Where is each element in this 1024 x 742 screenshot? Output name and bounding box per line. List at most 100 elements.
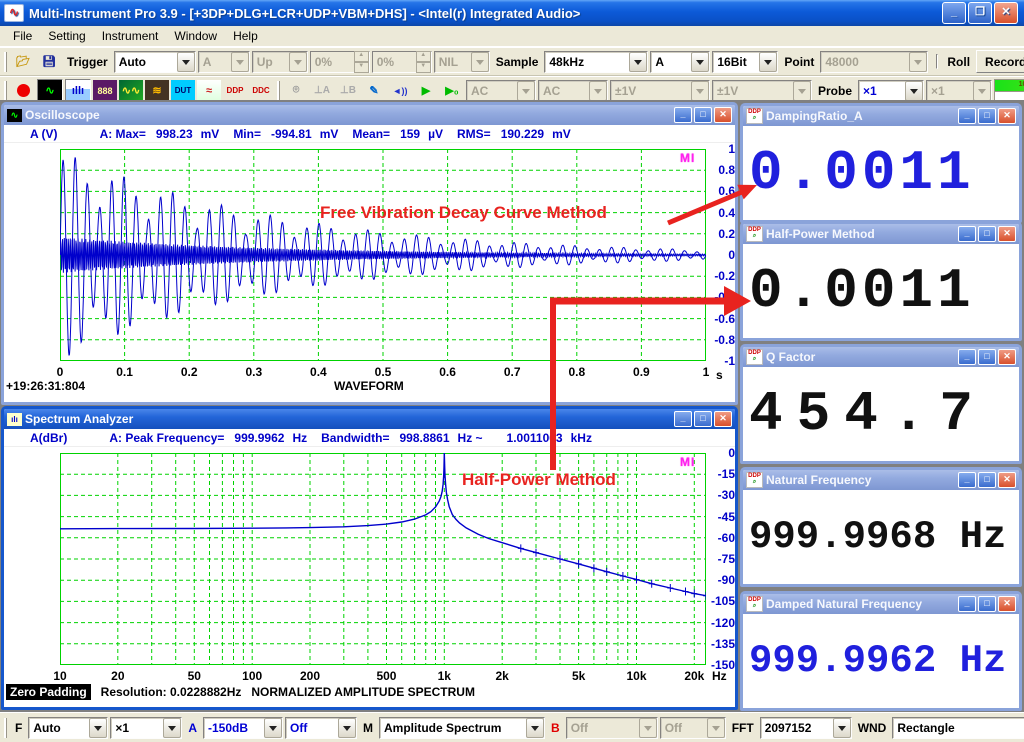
minimize-button[interactable]: _ <box>942 2 966 24</box>
chevron-down-icon[interactable] <box>163 718 181 738</box>
window-function-select[interactable]: Rectangle <box>892 717 1024 739</box>
oscilloscope-plot[interactable]: 10.80.60.40.20-0.2-0.4-0.6-0.8-1 00.10.2… <box>4 143 735 405</box>
chevron-down-icon[interactable] <box>833 718 851 738</box>
x-multiplier-select[interactable]: ×1 <box>110 717 182 739</box>
toolbar-grip <box>277 81 280 101</box>
toolbar-grip <box>4 81 7 101</box>
save-icon[interactable]: 💾︎ <box>37 51 61 73</box>
frequency-range-select[interactable]: Auto <box>28 717 108 739</box>
a-compare-select[interactable]: Off <box>285 717 357 739</box>
roll-checkbox[interactable] <box>936 54 938 69</box>
chevron-down-icon[interactable] <box>89 718 107 738</box>
b-range-select: Off <box>566 717 658 739</box>
chevron-down-icon[interactable] <box>759 52 777 72</box>
trigger-label: Trigger <box>63 55 112 69</box>
minimize-button[interactable]: _ <box>674 107 692 123</box>
menu-file[interactable]: File <box>6 27 39 45</box>
natural-frequency-value: 999.9968 Hz <box>743 490 1019 584</box>
close-button[interactable]: ✕ <box>714 411 732 427</box>
data-logger-icon[interactable]: ≈ <box>197 80 221 102</box>
spectrum-analyzer-icon[interactable]: ıllı <box>65 79 91 103</box>
coupling-b-select[interactable]: AC <box>538 80 608 102</box>
probe-a-select[interactable]: ×1 <box>858 80 924 102</box>
minimize-button[interactable]: _ <box>674 411 692 427</box>
chevron-down-icon[interactable] <box>905 81 923 101</box>
minimize-button[interactable]: _ <box>958 596 976 612</box>
oscilloscope-titlebar[interactable]: ∿ Oscilloscope _ □ ✕ <box>4 105 735 125</box>
chevron-down-icon[interactable] <box>629 52 647 72</box>
ddp-titlebar[interactable]: DDP⌕ Half-Power Method _□✕ <box>743 224 1019 244</box>
channel-label: A(dBr) <box>30 431 67 445</box>
ddp-titlebar[interactable]: DDP⌕ Q Factor _□✕ <box>743 347 1019 367</box>
coupling-a-select[interactable]: AC <box>466 80 536 102</box>
trigger-level-spinner: 0%▲▼ <box>310 51 370 73</box>
oscilloscope-window-icon: ∿ <box>7 109 22 122</box>
maximize-button[interactable]: □ <box>978 596 996 612</box>
ddp-titlebar[interactable]: DDP⌕ Natural Frequency _□✕ <box>743 470 1019 490</box>
close-button[interactable]: ✕ <box>998 226 1016 242</box>
chevron-down-icon[interactable] <box>691 52 709 72</box>
minimize-button[interactable]: _ <box>958 472 976 488</box>
device-test-plan-icon[interactable]: DUT <box>171 80 195 102</box>
ddp-window-damped-natural-frequency: DDP⌕ Damped Natural Frequency _□✕ 999.99… <box>740 591 1022 711</box>
menu-window[interactable]: Window <box>167 27 224 45</box>
chevron-down-icon[interactable] <box>526 718 544 738</box>
chevron-down-icon[interactable] <box>338 718 356 738</box>
ddp-window-half-power: DDP⌕ Half-Power Method _□✕ 0.0011 <box>740 221 1022 341</box>
close-button[interactable]: ✕ <box>998 349 1016 365</box>
maximize-button[interactable]: □ <box>978 108 996 124</box>
channel-label: A (V) <box>30 127 58 141</box>
spectrum-3d-plot-icon[interactable]: ≋ <box>145 80 169 102</box>
sampling-channel-select[interactable]: A <box>650 51 710 73</box>
record-icon[interactable] <box>11 80 35 102</box>
trigger-mode-select[interactable]: Auto <box>114 51 196 73</box>
ddp-icon: DDP⌕ <box>746 596 763 612</box>
m-label: M <box>359 721 377 735</box>
spectrum-plot[interactable]: 0-15-30-45-60-75-90-105-120-135-150 1020… <box>4 447 735 710</box>
minimize-button[interactable]: _ <box>958 108 976 124</box>
close-button[interactable]: ✕ <box>998 108 1016 124</box>
speaker-icon[interactable]: ◄)) <box>388 80 412 102</box>
maximize-button[interactable]: □ <box>978 472 996 488</box>
maximize-button[interactable]: □ <box>694 107 712 123</box>
restore-button[interactable]: ❐ <box>968 2 992 24</box>
maximize-button[interactable]: □ <box>978 349 996 365</box>
sampling-rate-select[interactable]: 48kHz <box>544 51 648 73</box>
multimeter-icon[interactable]: 888 <box>93 80 117 102</box>
oscilloscope-icon[interactable]: ∿ <box>37 79 63 103</box>
close-button[interactable]: ✕ <box>714 107 732 123</box>
calibrate-b-icon: ⊥B <box>336 80 360 102</box>
close-button[interactable]: ✕ <box>998 596 1016 612</box>
ddp-titlebar[interactable]: DDP⌕ Damped Natural Frequency _□✕ <box>743 594 1019 614</box>
menu-help[interactable]: Help <box>226 27 265 45</box>
ddc-icon[interactable]: DDC <box>249 80 273 102</box>
probe-calibration-icon[interactable]: ✎ <box>362 80 386 102</box>
ddp-titlebar[interactable]: DDP⌕ DampingRatio_A _□✕ <box>743 106 1019 126</box>
play-icon[interactable]: ▶ <box>414 80 438 102</box>
ddp-title: Half-Power Method <box>766 227 875 241</box>
open-file-icon[interactable]: 📂︎ <box>11 51 35 73</box>
display-mode-select[interactable]: Amplitude Spectrum <box>379 717 545 739</box>
ddp-title: Q Factor <box>766 350 815 364</box>
menu-setting[interactable]: Setting <box>41 27 92 45</box>
play-loop-icon[interactable]: ▶₀ <box>440 80 464 102</box>
maximize-button[interactable]: □ <box>694 411 712 427</box>
record-button[interactable]: Record <box>976 50 1024 73</box>
chevron-down-icon[interactable] <box>264 718 282 738</box>
a-range-select[interactable]: -150dB <box>203 717 283 739</box>
chevron-down-icon[interactable] <box>177 52 195 72</box>
toolbar-fft: F Auto ×1 A -150dB Off M Amplitude Spect… <box>0 712 1024 742</box>
close-button[interactable]: ✕ <box>998 472 1016 488</box>
bit-depth-select[interactable]: 16Bit <box>712 51 778 73</box>
close-button[interactable]: ✕ <box>994 2 1018 24</box>
ddp-viewer-icon[interactable]: DDP <box>223 80 247 102</box>
signal-generator-icon[interactable]: ∿∿ <box>119 80 143 102</box>
maximize-button[interactable]: □ <box>978 226 996 242</box>
spectrum-titlebar[interactable]: ılı Spectrum Analyzer _ □ ✕ <box>4 409 735 429</box>
menu-instrument[interactable]: Instrument <box>95 27 166 45</box>
minimize-button[interactable]: _ <box>958 226 976 242</box>
spectrum-window-icon: ılı <box>7 413 22 426</box>
app-titlebar: ∿ Multi-Instrument Pro 3.9 - [+3DP+DLG+L… <box>0 0 1024 26</box>
fft-points-select[interactable]: 2097152 <box>760 717 852 739</box>
minimize-button[interactable]: _ <box>958 349 976 365</box>
